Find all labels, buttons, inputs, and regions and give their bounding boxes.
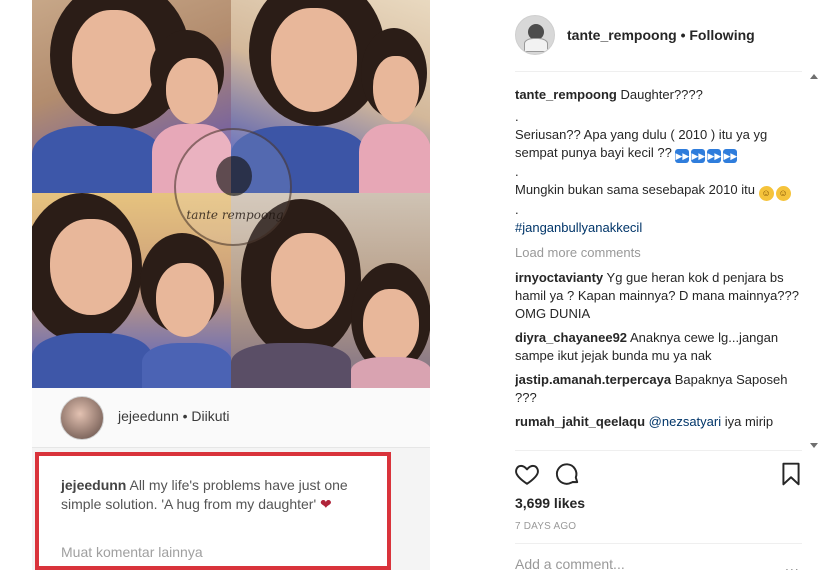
embedded-comment: jejeedunn All my life's problems have ju… — [61, 477, 348, 512]
embedded-comment-highlight: jejeedunn All my life's problems have ju… — [35, 452, 391, 570]
comments-list[interactable]: tante_rempoong Daughter???? . Seriusan??… — [515, 86, 800, 442]
watermark-logo: tante rempoong — [174, 128, 292, 246]
profile-avatar[interactable] — [515, 15, 555, 55]
post-timestamp[interactable]: 7 DAYS AGO — [515, 521, 576, 532]
header-username-link[interactable]: tante_rempoong — [567, 27, 677, 43]
caption-username-link[interactable]: tante_rempoong — [515, 87, 617, 102]
post-media: tante rempoong jejeedunn • Diikuti jejee… — [0, 0, 488, 570]
likes-count[interactable]: 3,699 likes — [515, 495, 585, 511]
fast-forward-emoji-icon: ▶▶ — [723, 149, 738, 163]
embedded-avatar — [60, 396, 104, 440]
add-comment-input[interactable] — [515, 556, 765, 570]
comment-username-link[interactable]: jastip.amanah.terpercaya — [515, 372, 671, 387]
scroll-up-arrow-icon[interactable] — [810, 74, 818, 79]
smile-halo-emoji-icon: ☺ — [758, 186, 774, 201]
load-more-comments-button[interactable]: Load more comments — [515, 244, 800, 262]
embedded-load-more: Muat komentar lainnya — [61, 544, 203, 560]
photo-collage: tante rempoong — [32, 0, 430, 388]
fast-forward-emoji-icon: ▶▶ — [675, 149, 690, 163]
smile-halo-emoji-icon: ☺ — [775, 186, 791, 201]
add-comment-bar: ... — [515, 543, 802, 570]
embedded-username: jejeedunn • Diikuti — [118, 408, 230, 424]
header-user-info: tante_rempoong • Following — [567, 27, 755, 43]
more-options-button[interactable]: ... — [785, 558, 800, 570]
fast-forward-emoji-icon: ▶▶ — [691, 149, 706, 163]
heart-emoji-icon: ❤ — [320, 496, 332, 512]
comment-item: irnyoctavianty Yg gue heran kok d penjar… — [515, 270, 800, 321]
comment-username-link[interactable]: diyra_chayanee92 — [515, 330, 627, 345]
embedded-post-header: jejeedunn • Diikuti — [32, 388, 430, 448]
watermark-text: tante rempoong — [186, 208, 284, 222]
comment-bubble-icon[interactable] — [555, 461, 581, 487]
comments-scrollbar[interactable] — [808, 72, 819, 450]
scroll-down-arrow-icon[interactable] — [810, 443, 818, 448]
post-side-panel: tante_rempoong • Following tante_rempoon… — [488, 0, 819, 570]
caption: tante_rempoong Daughter???? — [515, 87, 703, 102]
following-button[interactable]: Following — [689, 27, 754, 43]
fast-forward-emoji-icon: ▶▶ — [707, 149, 722, 163]
bookmark-icon[interactable] — [778, 461, 804, 487]
comment-mention-link[interactable]: @nezsatyari — [649, 414, 721, 429]
embedded-post-screenshot: jejeedunn • Diikuti jejeedunn All my lif… — [32, 388, 430, 570]
post-actions: 3,699 likes 7 DAYS AGO ... — [515, 450, 802, 570]
comment-item: diyra_chayanee92 Anaknya cewe lg...janga… — [515, 330, 779, 363]
comment-item: rumah_jahit_qeelaqu @nezsatyari iya miri… — [515, 414, 774, 429]
post-header: tante_rempoong • Following — [515, 0, 802, 72]
caption-line-2: Mungkin bukan sama sesebapak 2010 itu ☺ ☺ — [515, 181, 800, 201]
comment-username-link[interactable]: irnyoctavianty — [515, 270, 603, 285]
comment-item: jastip.amanah.terpercaya Bapaknya Sapose… — [515, 372, 788, 405]
heart-icon[interactable] — [514, 461, 540, 487]
comment-username-link[interactable]: rumah_jahit_qeelaqu — [515, 414, 645, 429]
caption-hashtag[interactable]: #janganbullyanakkecil — [515, 219, 800, 237]
caption-line-1: Seriusan?? Apa yang dulu ( 2010 ) itu ya… — [515, 127, 768, 163]
